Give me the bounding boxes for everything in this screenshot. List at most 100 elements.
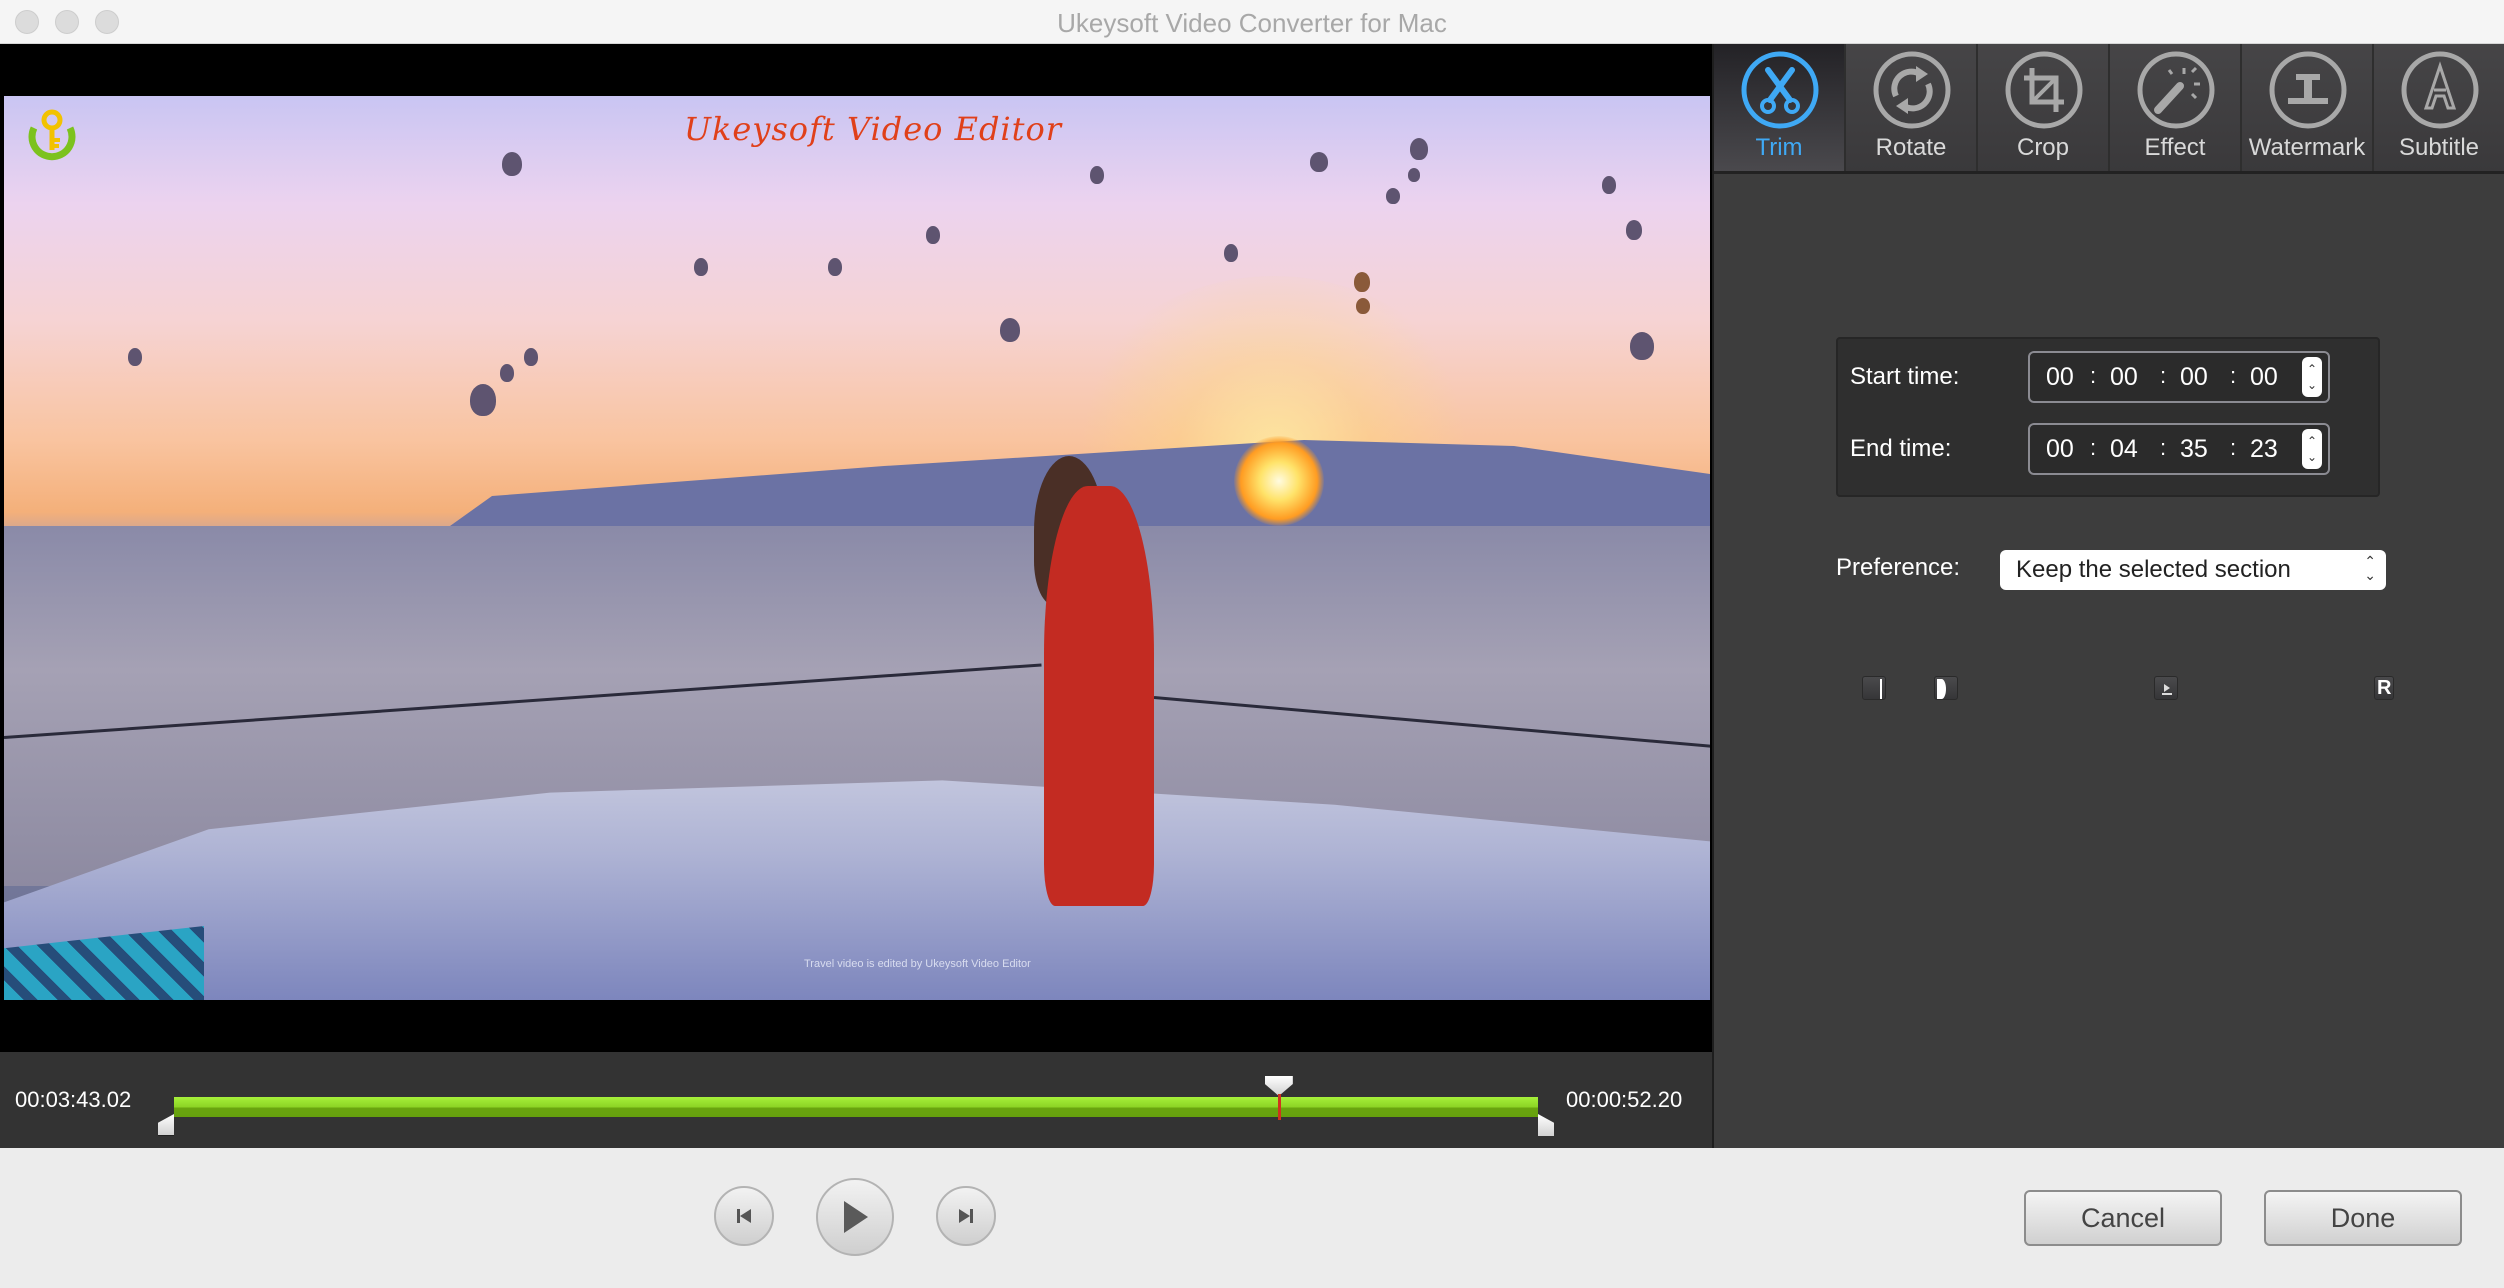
set-start-button[interactable]	[1862, 676, 1886, 700]
tab-crop[interactable]: Crop	[1978, 44, 2110, 171]
balloon	[470, 384, 496, 416]
balloon	[1090, 166, 1104, 184]
edit-panel: Trim Rotate Crop Effect Watermark Subtit…	[1712, 44, 2504, 1148]
tab-effect[interactable]: Effect	[2110, 44, 2242, 171]
end-minutes[interactable]: 04	[2110, 435, 2138, 464]
letter-a-icon	[2401, 51, 2479, 129]
balloon	[500, 364, 514, 382]
cancel-button[interactable]: Cancel	[2024, 1190, 2222, 1246]
video-watermark-text: Ukeysoft Video Editor	[684, 110, 1063, 148]
start-time-label: Start time:	[1850, 363, 1960, 390]
next-frame-button[interactable]	[936, 1186, 996, 1246]
window-title: Ukeysoft Video Converter for Mac	[1057, 8, 1447, 38]
previous-frame-button[interactable]	[714, 1186, 774, 1246]
start-seconds[interactable]: 00	[2180, 363, 2208, 392]
start-time-field[interactable]: 00 : 00 : 00 : 00 ⌃ ⌄	[2028, 351, 2330, 403]
play-icon	[844, 1201, 868, 1233]
preview-segment-button[interactable]	[2154, 676, 2178, 700]
preference-value: Keep the selected section	[2016, 556, 2291, 583]
balloon	[1410, 138, 1428, 160]
balloon	[1386, 188, 1400, 204]
balloon	[828, 258, 842, 276]
magic-wand-icon	[2137, 51, 2215, 129]
bracket-icon	[1937, 679, 1946, 699]
app-window: Ukeysoft Video Converter for Mac Ukeysof…	[0, 0, 2504, 1288]
marker-line-icon	[1880, 679, 1882, 699]
balloon	[1356, 298, 1370, 314]
balloon	[1630, 332, 1654, 360]
reset-icon: R	[2377, 677, 2392, 699]
stepper-down-icon[interactable]: ⌄	[2302, 379, 2322, 391]
end-time-stepper[interactable]: ⌃ ⌄	[2302, 429, 2322, 469]
preference-select[interactable]: Keep the selected section ⌃ ⌄	[2000, 550, 2386, 590]
separator: :	[2160, 363, 2167, 388]
skip-back-icon	[737, 1209, 751, 1223]
skip-forward-icon	[959, 1209, 973, 1223]
separator: :	[2090, 363, 2097, 388]
separator: :	[2090, 435, 2097, 460]
balloon	[502, 152, 522, 176]
bottom-controls: Cancel Done	[0, 1148, 2504, 1288]
done-button[interactable]: Done	[2264, 1190, 2462, 1246]
woman-red-dress	[1044, 486, 1154, 906]
crop-icon	[2005, 51, 2083, 129]
balloon	[1000, 318, 1020, 342]
start-hours[interactable]: 00	[2046, 363, 2074, 392]
end-seconds[interactable]: 35	[2180, 435, 2208, 464]
balloon	[1626, 220, 1642, 240]
scissors-icon	[1741, 51, 1819, 129]
key-icon	[28, 109, 76, 161]
stepper-down-icon[interactable]: ⌄	[2302, 451, 2322, 463]
start-frames[interactable]: 00	[2250, 363, 2278, 392]
balloon	[524, 348, 538, 366]
balloon	[128, 348, 142, 366]
end-frames[interactable]: 23	[2250, 435, 2278, 464]
playhead-line	[1277, 1094, 1281, 1120]
tab-trim[interactable]: Trim	[1714, 44, 1846, 171]
balloon	[926, 226, 940, 244]
end-hours[interactable]: 00	[2046, 435, 2074, 464]
tab-label: Rotate	[1875, 134, 1947, 161]
balloon	[694, 258, 708, 276]
separator: :	[2230, 363, 2237, 388]
timeline-bar: 00:03:43.02 00:00:52.20	[0, 1052, 1712, 1148]
play-button[interactable]	[816, 1178, 894, 1256]
stepper-up-icon[interactable]: ⌃	[2302, 435, 2322, 447]
balloon	[1224, 244, 1238, 262]
stepper-up-icon[interactable]: ⌃	[2302, 363, 2322, 375]
separator: :	[2230, 435, 2237, 460]
playhead-cap[interactable]	[1264, 1076, 1293, 1096]
trim-start-handle[interactable]	[158, 1114, 174, 1136]
balloon	[1354, 272, 1370, 292]
playhead[interactable]	[1264, 1076, 1293, 1122]
trim-time-box: Start time: 00 : 00 : 00 : 00 ⌃ ⌄ End ti…	[1836, 337, 2380, 497]
video-frame[interactable]: Ukeysoft Video Editor Travel video is ed…	[4, 96, 1710, 1000]
text-cursor-icon	[2269, 51, 2347, 129]
start-time-stepper[interactable]: ⌃ ⌄	[2302, 357, 2322, 397]
tab-rotate[interactable]: Rotate	[1846, 44, 1978, 171]
remaining-time: 00:00:52.20	[1566, 1087, 1683, 1112]
preference-label: Preference:	[1836, 554, 1961, 581]
tab-subtitle[interactable]: Subtitle	[2374, 44, 2504, 171]
video-caption-text: Travel video is edited by Ukeysoft Video…	[804, 958, 1031, 970]
tab-label: Watermark	[2248, 134, 2366, 161]
end-time-label: End time:	[1850, 435, 1952, 462]
video-preview-area: Ukeysoft Video Editor Travel video is ed…	[0, 44, 1712, 1052]
tab-label: Trim	[1755, 134, 1803, 161]
timeline-track[interactable]	[174, 1097, 1538, 1117]
tab-label: Subtitle	[2398, 134, 2480, 161]
tab-label: Effect	[2144, 134, 2206, 161]
tab-label: Crop	[2016, 134, 2070, 161]
balloon	[1602, 176, 1616, 194]
end-time-field[interactable]: 00 : 04 : 35 : 23 ⌃ ⌄	[2028, 423, 2330, 475]
set-end-button[interactable]	[1934, 676, 1958, 700]
tab-watermark[interactable]: Watermark	[2242, 44, 2374, 171]
balloon	[1310, 152, 1328, 172]
separator: :	[2160, 435, 2167, 460]
current-time: 00:03:43.02	[15, 1087, 132, 1112]
start-minutes[interactable]: 00	[2110, 363, 2138, 392]
trim-end-handle[interactable]	[1538, 1114, 1554, 1136]
sun	[1234, 436, 1324, 526]
reset-button[interactable]: R	[2374, 676, 2394, 700]
edit-tabs: Trim Rotate Crop Effect Watermark Subtit…	[1714, 44, 2504, 174]
